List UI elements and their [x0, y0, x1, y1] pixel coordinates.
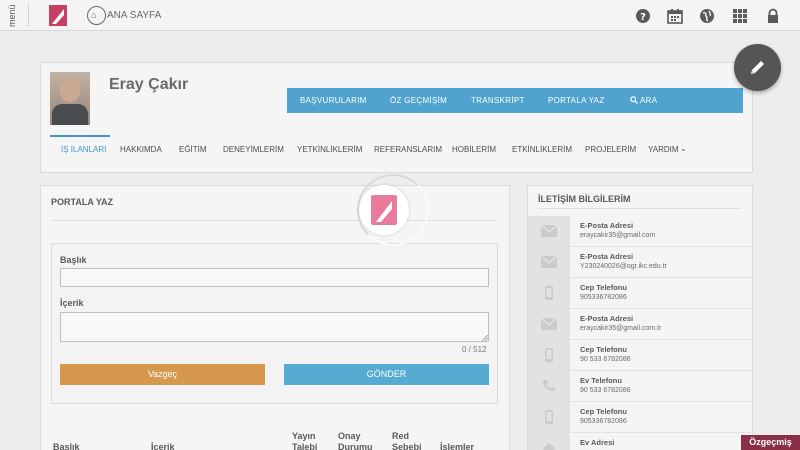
globe-icon[interactable]: [699, 8, 715, 24]
top-bar: menü ⌂ ANA SAYFA ?: [0, 0, 800, 31]
th-yayin-talebi: Yayın Talebi: [292, 431, 318, 450]
contact-item: Cep Telefonu 905336782086: [528, 278, 753, 309]
profile-nav-bar: BAŞVURULARIM ÖZ GEÇMİŞİM TRANSKRİPT PORT…: [287, 88, 743, 113]
tab-deneyimlerim[interactable]: DENEYİMLERİM: [223, 145, 284, 154]
divider: [51, 220, 498, 221]
nav-ozgecmisim[interactable]: ÖZ GEÇMİŞİM: [390, 96, 447, 105]
tab-yetkinliklerim[interactable]: YETKİNLİKLERİM: [297, 145, 362, 154]
title-input[interactable]: [60, 268, 489, 287]
app-logo-icon[interactable]: [49, 5, 67, 26]
th-red-sebebi: Red Sebebi: [392, 431, 422, 450]
tab-hakkimda[interactable]: HAKKIMDA: [120, 145, 162, 154]
contact-item: Ev Adresi: [528, 433, 753, 450]
th-icerik: İçerik: [151, 442, 175, 450]
phone-icon: [543, 380, 555, 392]
loading-logo: [359, 185, 409, 235]
svg-text:?: ?: [640, 12, 646, 23]
nav-ara[interactable]: ARA: [640, 96, 657, 105]
divider: [538, 208, 741, 209]
portal-title: PORTALA YAZ: [51, 197, 114, 207]
cancel-button[interactable]: Vazgeç: [60, 364, 265, 385]
title-label: Başlık: [60, 255, 87, 265]
contact-item: Cep Telefonu 90 533 6782086: [528, 340, 753, 371]
content-textarea[interactable]: [60, 312, 489, 342]
th-islemler: İşlemler: [440, 442, 475, 450]
active-tab-indicator: [50, 135, 110, 137]
mobile-phone-icon: [545, 286, 553, 300]
avatar: [50, 72, 90, 125]
contact-item: E-Posta Adresi eraycakir35@gmail.com: [528, 216, 753, 247]
home-icon: ⌂: [91, 10, 97, 20]
tab-is-ilanlari[interactable]: İŞ İLANLARI: [61, 145, 106, 154]
nav-portala-yaz[interactable]: PORTALA YAZ: [548, 96, 605, 105]
calendar-icon[interactable]: [667, 8, 683, 24]
home-address-icon: [542, 443, 556, 450]
th-baslik: Başlık: [53, 442, 80, 450]
tab-yardim[interactable]: YARDIM: [648, 145, 679, 154]
contact-title: İLETİŞİM BİLGİLERİM: [538, 194, 631, 204]
menu-toggle[interactable]: menü: [7, 2, 21, 30]
mobile-phone-icon: [545, 410, 553, 424]
envelope-icon: [541, 255, 557, 268]
contact-item: Cep Telefonu 905336782086: [528, 402, 753, 433]
tab-referanslarim[interactable]: REFERANSLARIM: [374, 145, 442, 154]
app-logo-icon: [371, 195, 397, 225]
help-icon[interactable]: ?: [635, 8, 651, 24]
lock-icon[interactable]: [765, 8, 781, 24]
tab-egitim[interactable]: EĞİTİM: [179, 145, 207, 154]
ozgecmis-badge[interactable]: Özgeçmiş: [741, 435, 800, 450]
char-counter: 0 / 512: [462, 345, 487, 354]
home-button[interactable]: ⌂: [87, 6, 106, 25]
nav-basvurularim[interactable]: BAŞVURULARIM: [300, 96, 367, 105]
resize-handle-icon[interactable]: [482, 335, 488, 341]
apps-grid-icon[interactable]: [732, 8, 748, 24]
envelope-icon: [541, 317, 557, 330]
content-label: İçerik: [60, 298, 84, 308]
edit-button[interactable]: [734, 44, 781, 91]
chevron-down-icon[interactable]: ⌄: [680, 144, 687, 153]
tab-hobilerim[interactable]: HOBİLERİM: [452, 145, 496, 154]
tab-etkinliklerim[interactable]: ETKİNLİKLERİM: [512, 145, 572, 154]
contact-item: E-Posta Adresi Y230240026@ogr.ikc.edu.tr: [528, 247, 753, 278]
th-onay-durumu: Onay Durumu: [338, 431, 373, 450]
nav-transkript[interactable]: TRANSKRİPT: [471, 96, 525, 105]
search-icon: [630, 96, 638, 104]
divider: [28, 3, 29, 27]
contact-item: E-Posta Adresi eraycakir35@gmail.com.tr: [528, 309, 753, 340]
profile-name: Eray Çakır: [109, 76, 189, 93]
pencil-icon: [751, 61, 764, 74]
send-button[interactable]: GÖNDER: [284, 364, 489, 385]
contact-item: Ev Telefonu 90 533 6782086: [528, 371, 753, 402]
envelope-icon: [541, 224, 557, 237]
mobile-phone-icon: [545, 348, 553, 362]
home-link[interactable]: ANA SAYFA: [107, 10, 161, 21]
tab-projelerim[interactable]: PROJELERİM: [585, 145, 636, 154]
